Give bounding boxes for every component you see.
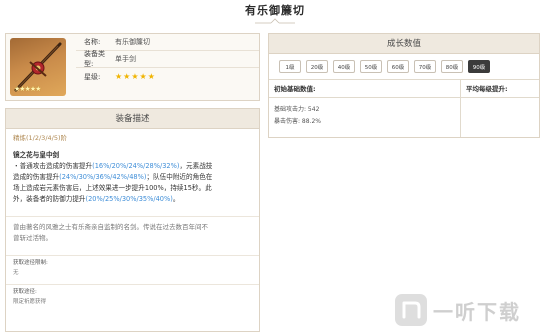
skill-text: ，元素战技 [179,162,213,170]
info-key: 名称: [84,38,101,46]
lore-text: 曾由著名的风雅之士有乐斋亲自监制的名剑。传说在过去数百年间不 曾斩过活物。 [6,217,259,249]
skill-text: 。 [172,195,180,203]
level-selector: 1级 20级 40级 50级 60级 70级 80级 90级 [269,54,539,73]
level-button[interactable]: 50级 [360,60,382,73]
lore-line: 曾由著名的风雅之士有乐斋亲自监制的名剑。传说在过去数百年间不 [13,223,208,231]
skill-text: ；队伍中附近的角色在 [146,173,213,181]
skill-block: 镜之花与皇中剑 ・普通攻击造成的伤害提升(16%/20%/24%/28%/32%… [6,145,259,210]
meta-value: 限定祈愿获得 [13,299,47,305]
weapon-info-card: ★★★★★ 名称: 有乐御簾切 装备类型: 单手剑 星级: ★★★★★ [5,33,260,101]
skill-text: 造成的伤害提升 [13,173,60,181]
stat-body: 基础攻击力: 542 暴击伤害: 88.2% [269,98,539,137]
info-value: 单手剑 [115,55,136,63]
info-key: 星级: [84,72,101,81]
col-avg-growth: 平均每级提升: [466,85,508,93]
level-button[interactable]: 90级 [468,60,490,73]
skill-value-highlight: (20%/25%/30%/35%/40%) [85,195,173,203]
level-button[interactable]: 1级 [279,60,301,73]
skill-line: 场上造成岩元素伤害后，上述效果进一步提升100%，持续15秒。此 [13,183,252,194]
info-row-type: 装备类型: 单手剑 [76,50,259,68]
stat-crit-damage: 暴击伤害: 88.2% [274,118,321,125]
skill-line: 外，装备者的防御力提升(20%/25%/30%/35%/40%)。 [13,194,252,205]
level-button[interactable]: 40级 [333,60,355,73]
meta-label: 获取途径限制: [13,260,48,266]
lore-line: 曾斩过活物。 [13,234,52,242]
description-panel: 装备描述 精炼(1/2/3/4/5)阶 镜之花与皇中剑 ・普通攻击造成的伤害提升… [5,108,260,332]
watermark: 一听下载 [395,290,550,330]
skill-name: 镜之花与皇中剑 [13,151,60,159]
info-key: 装备类型: [84,50,105,68]
rarity-stars: ★★★★★ [115,72,156,81]
level-button[interactable]: 80级 [441,60,463,73]
skill-value-highlight: (16%/20%/24%/28%/32%) [92,162,180,170]
skill-line: ・普通攻击造成的伤害提升(16%/20%/24%/28%/32%)，元素战技 [13,161,252,172]
stat-base-attack: 基础攻击力: 542 [274,106,320,113]
refine-levels: 精炼(1/2/3/4/5)阶 [13,134,68,142]
skill-text: 场上造成岩元素伤害后，上述效果进一步提升100%，持续15秒。此 [13,184,212,192]
skill-text: ・普通攻击造成的伤害提升 [13,162,93,170]
growth-panel: 成长数值 1级 20级 40级 50级 60级 70级 80级 90级 初始基础数值: 平均每… [268,33,540,138]
page-title: 有乐御簾切 [245,4,305,17]
watermark-logo-icon [395,294,427,326]
stat-header: 初始基础数值: 平均每级提升: [269,79,539,98]
weapon-image: ★★★★★ [10,38,66,96]
level-button[interactable]: 60级 [387,60,409,73]
col-base-values: 初始基础数值: [269,80,461,97]
skill-text: 外，装备者的防御力提升 [13,195,86,203]
meta-label: 获取途径: [13,289,37,295]
rarity-stars-overlay: ★★★★★ [14,85,41,93]
watermark-text: 一听下载 [433,299,521,324]
level-button[interactable]: 20级 [306,60,328,73]
level-button[interactable]: 70级 [414,60,436,73]
info-row-rarity: 星级: ★★★★★ [76,68,259,85]
skill-description: ・普通攻击造成的伤害提升(16%/20%/24%/28%/32%)，元素战技 造成… [13,161,252,205]
skill-line: 造成的伤害提升(24%/30%/36%/42%/48%)；队伍中附近的角色在 [13,172,252,183]
description-header: 装备描述 [6,109,259,129]
meta-value: 无 [13,270,19,276]
info-value: 有乐御簾切 [115,38,150,46]
skill-value-highlight: (24%/30%/36%/42%/48%) [59,173,147,181]
growth-header: 成长数值 [269,34,539,54]
title-ornament-icon [255,18,295,24]
